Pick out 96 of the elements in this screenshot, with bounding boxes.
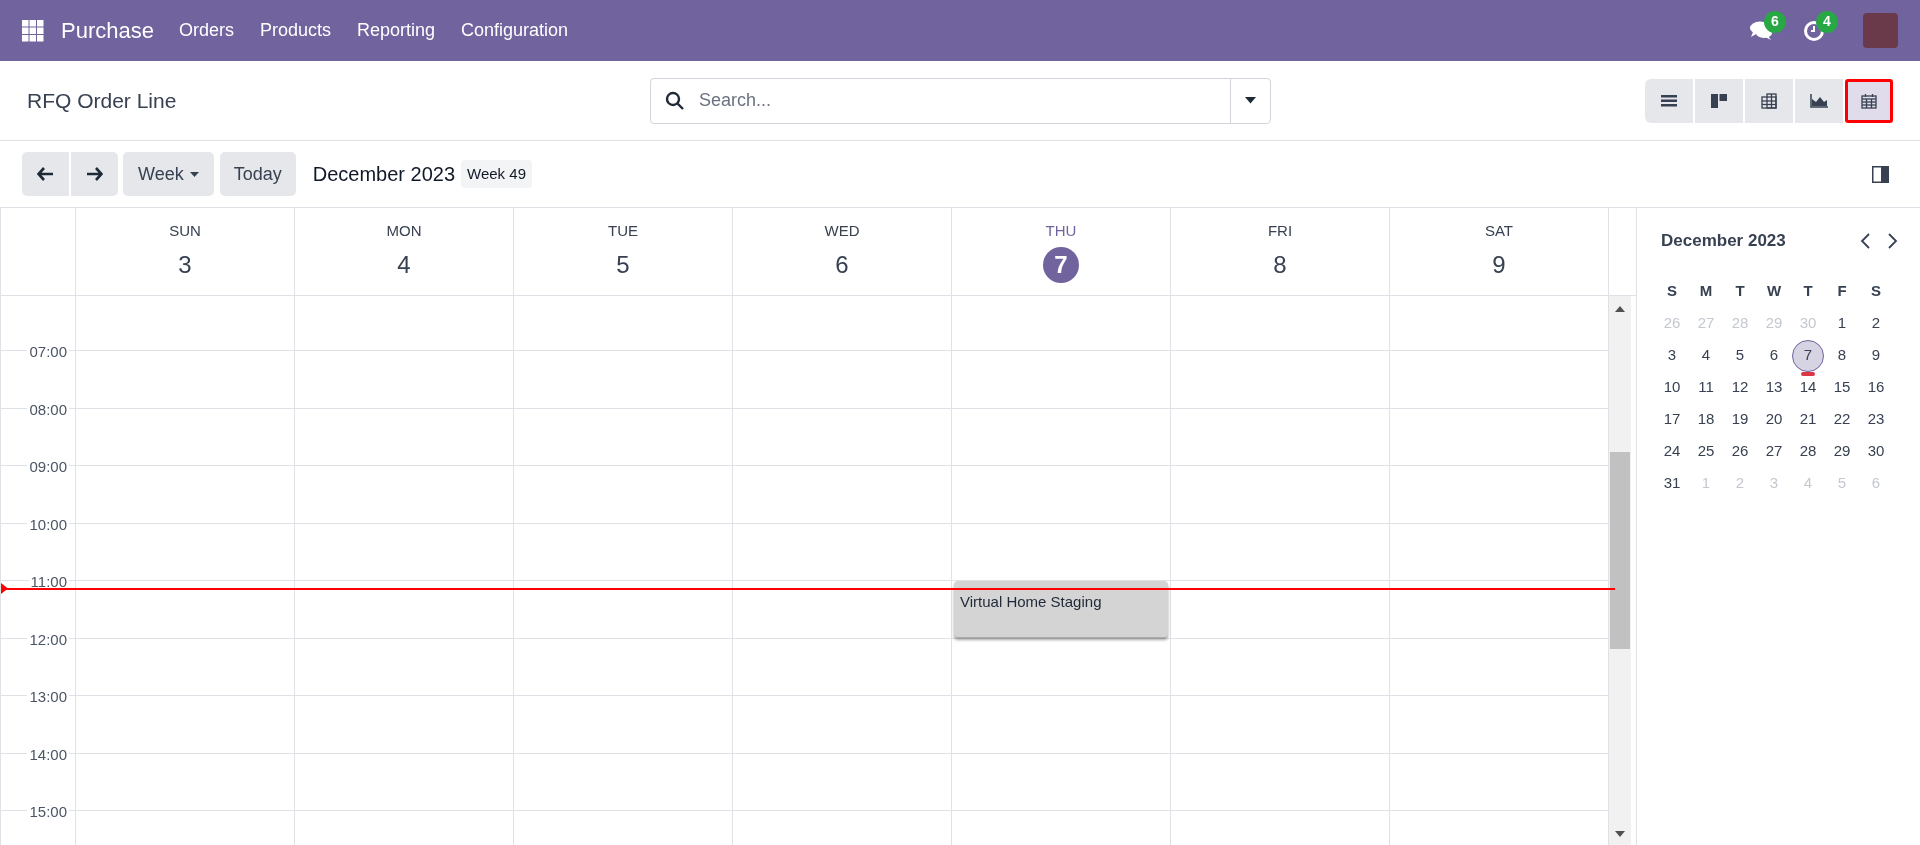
- day-number: 6: [834, 249, 850, 280]
- search-field[interactable]: Search...: [650, 77, 1271, 124]
- mini-calendar-day[interactable]: 9: [1860, 339, 1892, 372]
- menu-item[interactable]: Products: [246, 17, 344, 44]
- mini-calendar-day[interactable]: 26: [1724, 435, 1756, 468]
- search-input[interactable]: Search...: [699, 87, 1230, 114]
- chevron-left-icon[interactable]: [1860, 232, 1870, 249]
- mini-calendar-day[interactable]: 7: [1792, 339, 1824, 372]
- mini-calendar-day[interactable]: 3: [1656, 339, 1688, 372]
- mini-calendar-day[interactable]: 15: [1826, 371, 1858, 404]
- mini-calendar-day[interactable]: 29: [1826, 435, 1858, 468]
- day-number: 9: [1491, 249, 1507, 280]
- mini-calendar-day[interactable]: 5: [1724, 339, 1756, 372]
- search-icon: [665, 90, 685, 111]
- mini-calendar-day[interactable]: 30: [1860, 435, 1892, 468]
- mini-calendar-day[interactable]: 14: [1792, 371, 1824, 404]
- area-chart-icon: [1810, 93, 1828, 108]
- weekday-label: TUE: [608, 221, 638, 241]
- page-title: RFQ Order Line: [27, 87, 178, 114]
- day-number: 7: [1043, 246, 1079, 283]
- mini-calendar-day[interactable]: 23: [1860, 403, 1892, 436]
- period-title: December 2023: [312, 162, 456, 187]
- next-button[interactable]: [71, 152, 118, 196]
- mini-calendar-day[interactable]: 21: [1792, 403, 1824, 436]
- mini-calendar-day[interactable]: 13: [1758, 371, 1790, 404]
- weekday-label: WED: [824, 221, 860, 241]
- calendar-icon: [1861, 92, 1877, 109]
- mini-calendar-day[interactable]: 18: [1690, 403, 1722, 436]
- today-marker: [1801, 371, 1815, 376]
- view-switch-button[interactable]: [1845, 78, 1893, 123]
- caret-down-icon: [189, 171, 199, 177]
- weekday-label: FRI: [1267, 221, 1293, 241]
- mini-calendar-day[interactable]: 31: [1656, 467, 1688, 500]
- scrollbar[interactable]: [1609, 296, 1631, 845]
- mini-calendar-day[interactable]: 1: [1826, 307, 1858, 340]
- arrow-left-icon: [37, 167, 54, 181]
- scroll-up-icon: [1615, 306, 1625, 312]
- kanban-icon: [1711, 92, 1727, 109]
- day-number: 3: [177, 249, 193, 280]
- mini-calendar-day[interactable]: 20: [1758, 403, 1790, 436]
- weekday-label: MON: [386, 221, 422, 241]
- weekday-label: SAT: [1484, 221, 1514, 241]
- weekday-initial: T: [1802, 281, 1814, 302]
- view-switch-button[interactable]: [1695, 78, 1743, 123]
- weekday-initial: W: [1765, 281, 1783, 302]
- mini-calendar-day[interactable]: 22: [1826, 403, 1858, 436]
- weekday-label: SUN: [169, 221, 201, 241]
- view-switch-button[interactable]: [1745, 78, 1793, 123]
- scroll-down-icon: [1615, 831, 1625, 837]
- apps-grid-icon[interactable]: [22, 19, 44, 42]
- weekday-label: THU: [1045, 221, 1077, 241]
- weekday-initial: T: [1734, 281, 1746, 302]
- menu-item[interactable]: Configuration: [448, 17, 582, 44]
- mini-calendar-day[interactable]: 28: [1792, 435, 1824, 468]
- menu-item[interactable]: Orders: [165, 17, 247, 44]
- view-switch-button[interactable]: [1795, 78, 1843, 123]
- mini-calendar-day[interactable]: 25: [1690, 435, 1722, 468]
- mini-calendar-title: December 2023: [1661, 230, 1787, 252]
- mini-calendar-day[interactable]: 10: [1656, 371, 1688, 404]
- list-icon: [1661, 93, 1677, 108]
- day-number: 5: [615, 249, 631, 280]
- mini-calendar-day[interactable]: 17: [1656, 403, 1688, 436]
- mini-calendar-day[interactable]: 19: [1724, 403, 1756, 436]
- clock-icon[interactable]: [1803, 19, 1825, 42]
- mini-calendar-day[interactable]: 2: [1860, 307, 1892, 340]
- weekday-initial: F: [1836, 281, 1848, 302]
- table-icon: [1761, 92, 1777, 109]
- mini-calendar-day[interactable]: 12: [1724, 371, 1756, 404]
- day-number: 4: [396, 249, 412, 280]
- weekday-initial: M: [1698, 281, 1714, 302]
- mini-calendar-day[interactable]: 4: [1690, 339, 1722, 372]
- app-name-link[interactable]: Purchase: [61, 14, 154, 47]
- mini-calendar-day[interactable]: 27: [1758, 435, 1790, 468]
- previous-button[interactable]: [22, 152, 69, 196]
- menu-item[interactable]: Reporting: [344, 17, 449, 44]
- weekday-initial: S: [1666, 281, 1678, 302]
- mini-calendar-day[interactable]: 8: [1826, 339, 1858, 372]
- chevron-right-icon[interactable]: [1888, 232, 1898, 249]
- weekday-initial: S: [1870, 281, 1882, 302]
- mini-calendar-day[interactable]: 16: [1860, 371, 1892, 404]
- range-dropdown[interactable]: Week: [123, 152, 214, 196]
- view-switch-button[interactable]: [1645, 78, 1693, 123]
- time-marker-icon: [1, 583, 8, 594]
- calendar-event[interactable]: Virtual Home Staging: [954, 581, 1168, 637]
- mini-calendar-day[interactable]: 6: [1758, 339, 1790, 372]
- arrow-right-icon: [86, 167, 103, 181]
- mini-calendar-day[interactable]: 11: [1690, 371, 1722, 404]
- caret-down-icon[interactable]: [1245, 97, 1256, 104]
- day-number: 8: [1272, 249, 1288, 280]
- week-badge: Week 49: [461, 159, 532, 189]
- today-button[interactable]: Today: [219, 152, 296, 196]
- message-count-badge: 6: [1764, 10, 1786, 33]
- mini-calendar-day[interactable]: 24: [1656, 435, 1688, 468]
- scrollbar-thumb[interactable]: [1610, 452, 1630, 649]
- sidebar-toggle-icon[interactable]: [1872, 165, 1889, 183]
- activity-count-badge: 4: [1816, 10, 1838, 33]
